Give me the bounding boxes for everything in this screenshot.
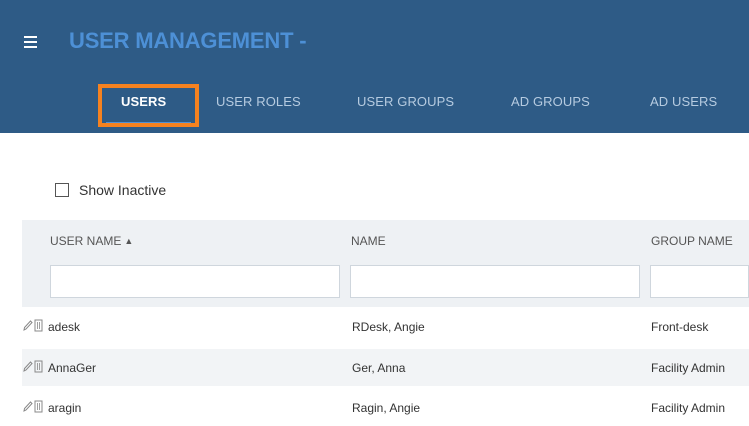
column-header-user-name[interactable]: USER NAME ▲︎ [50, 234, 133, 248]
column-header-group-name[interactable]: GROUP NAME [651, 234, 733, 248]
delete-icon[interactable] [33, 399, 44, 413]
page-title: USER MANAGEMENT - [69, 28, 307, 53]
cell-user-name: AnnaGer [48, 361, 97, 375]
cell-group-name: Facility Admin [651, 401, 726, 415]
hamburger-menu-icon[interactable] [24, 36, 37, 48]
cell-name: Ger, Anna [352, 361, 406, 375]
edit-icon[interactable] [22, 318, 33, 332]
name-filter-input[interactable] [350, 265, 640, 298]
tab-user-groups[interactable]: USER GROUPS [357, 94, 454, 109]
cell-user-name: adesk [48, 320, 81, 334]
show-inactive-checkbox[interactable] [55, 183, 69, 197]
tab-user-roles[interactable]: USER ROLES [216, 94, 301, 109]
column-header-label: USER NAME [50, 234, 122, 248]
group-name-filter-input[interactable] [650, 265, 749, 298]
highlight-box [98, 84, 199, 127]
cell-name: RDesk, Angie [352, 320, 425, 334]
edit-icon[interactable] [22, 359, 33, 373]
cell-user-name: aragin [48, 401, 82, 415]
edit-icon[interactable] [22, 399, 33, 413]
delete-icon[interactable] [33, 318, 44, 332]
table-row[interactable]: adesk RDesk, Angie Front-desk [22, 308, 749, 345]
row-actions [22, 318, 44, 332]
cell-name: Ragin, Angie [352, 401, 421, 415]
cell-group-name: Facility Admin [651, 361, 726, 375]
table-row[interactable]: aragin Ragin, Angie Facility Admin [22, 389, 749, 426]
delete-icon[interactable] [33, 359, 44, 373]
user-name-filter-input[interactable] [50, 265, 340, 298]
table-row[interactable]: AnnaGer Ger, Anna Facility Admin [22, 349, 749, 386]
row-actions [22, 399, 44, 413]
cell-group-name: Front-desk [651, 320, 709, 334]
sort-updown-icon[interactable]: ▲︎ [124, 236, 133, 246]
show-inactive-label: Show Inactive [79, 182, 167, 198]
show-inactive-toggle[interactable]: Show Inactive [55, 182, 166, 198]
row-actions [22, 359, 44, 373]
tab-ad-groups[interactable]: AD GROUPS [511, 94, 590, 109]
tab-ad-users[interactable]: AD USERS [650, 94, 717, 109]
column-header-name[interactable]: NAME [351, 234, 386, 248]
